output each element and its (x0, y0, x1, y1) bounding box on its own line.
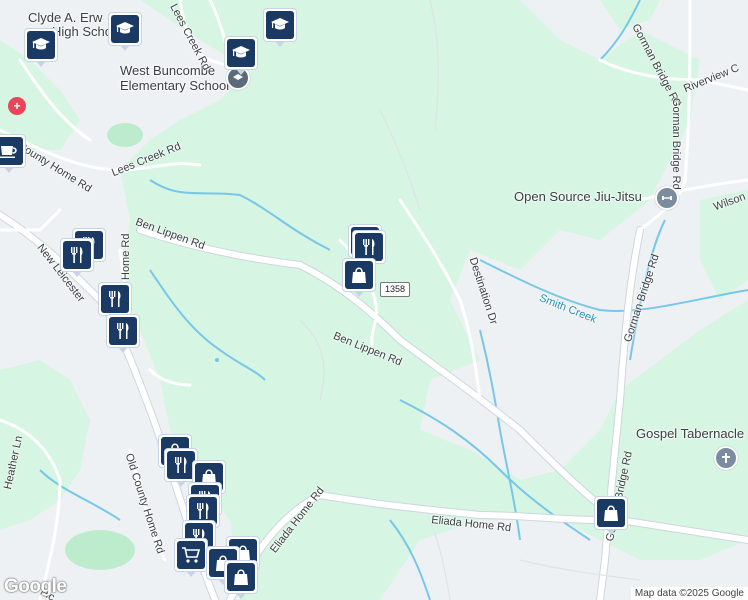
graduation-cap-icon (27, 31, 55, 59)
cafe-marker[interactable] (0, 134, 26, 174)
restaurant-marker[interactable] (106, 314, 140, 354)
google-logo: Google (4, 576, 67, 597)
shopping-cart-icon (177, 541, 205, 569)
dumbbell-icon[interactable] (655, 186, 679, 210)
open-source-jiu-jitsu-label: Open Source Jiu-Jitsu (514, 189, 642, 204)
school-marker[interactable] (263, 8, 297, 48)
clyde-erwin-label-1: Clyde A. Erw (28, 10, 103, 25)
fork-knife-icon (101, 285, 129, 313)
fork-knife-icon (167, 451, 195, 479)
hospital-icon[interactable]: + (8, 97, 26, 115)
fork-knife-icon (109, 317, 137, 345)
school-marker[interactable] (108, 12, 142, 52)
shopping-bag-icon (597, 499, 625, 527)
shopping-marker[interactable] (224, 560, 258, 600)
grocery-marker[interactable] (174, 538, 208, 578)
shopping-bag-icon (345, 261, 373, 289)
home-rd-label: Home Rd (120, 233, 132, 280)
shopping-marker[interactable] (594, 496, 628, 536)
shopping-bag-icon (227, 563, 255, 591)
route-1358-shield: 1358 (380, 282, 410, 297)
west-buncombe-label-2: Elementary School (120, 78, 230, 93)
cross-icon[interactable] (714, 446, 738, 470)
graduation-cap-icon (111, 15, 139, 43)
fork-knife-icon (355, 233, 383, 261)
coffee-cup-icon (0, 137, 23, 165)
school-marker[interactable] (24, 28, 58, 68)
map-canvas[interactable]: Clyde A. Erw High Schoo West Buncombe El… (0, 0, 748, 600)
graduation-cap-icon (266, 11, 294, 39)
fork-knife-icon (63, 241, 91, 269)
shopping-marker[interactable] (342, 258, 376, 298)
restaurant-marker[interactable] (60, 238, 94, 278)
map-attribution: Map data ©2025 Google (630, 587, 748, 600)
gospel-tabernacle-label: Gospel Tabernacle (636, 426, 745, 441)
graduation-cap-icon (227, 39, 255, 67)
gorman-bridge-rd-label-2: Gorman Bridge Rd (670, 98, 682, 190)
school-marker[interactable] (224, 36, 258, 76)
